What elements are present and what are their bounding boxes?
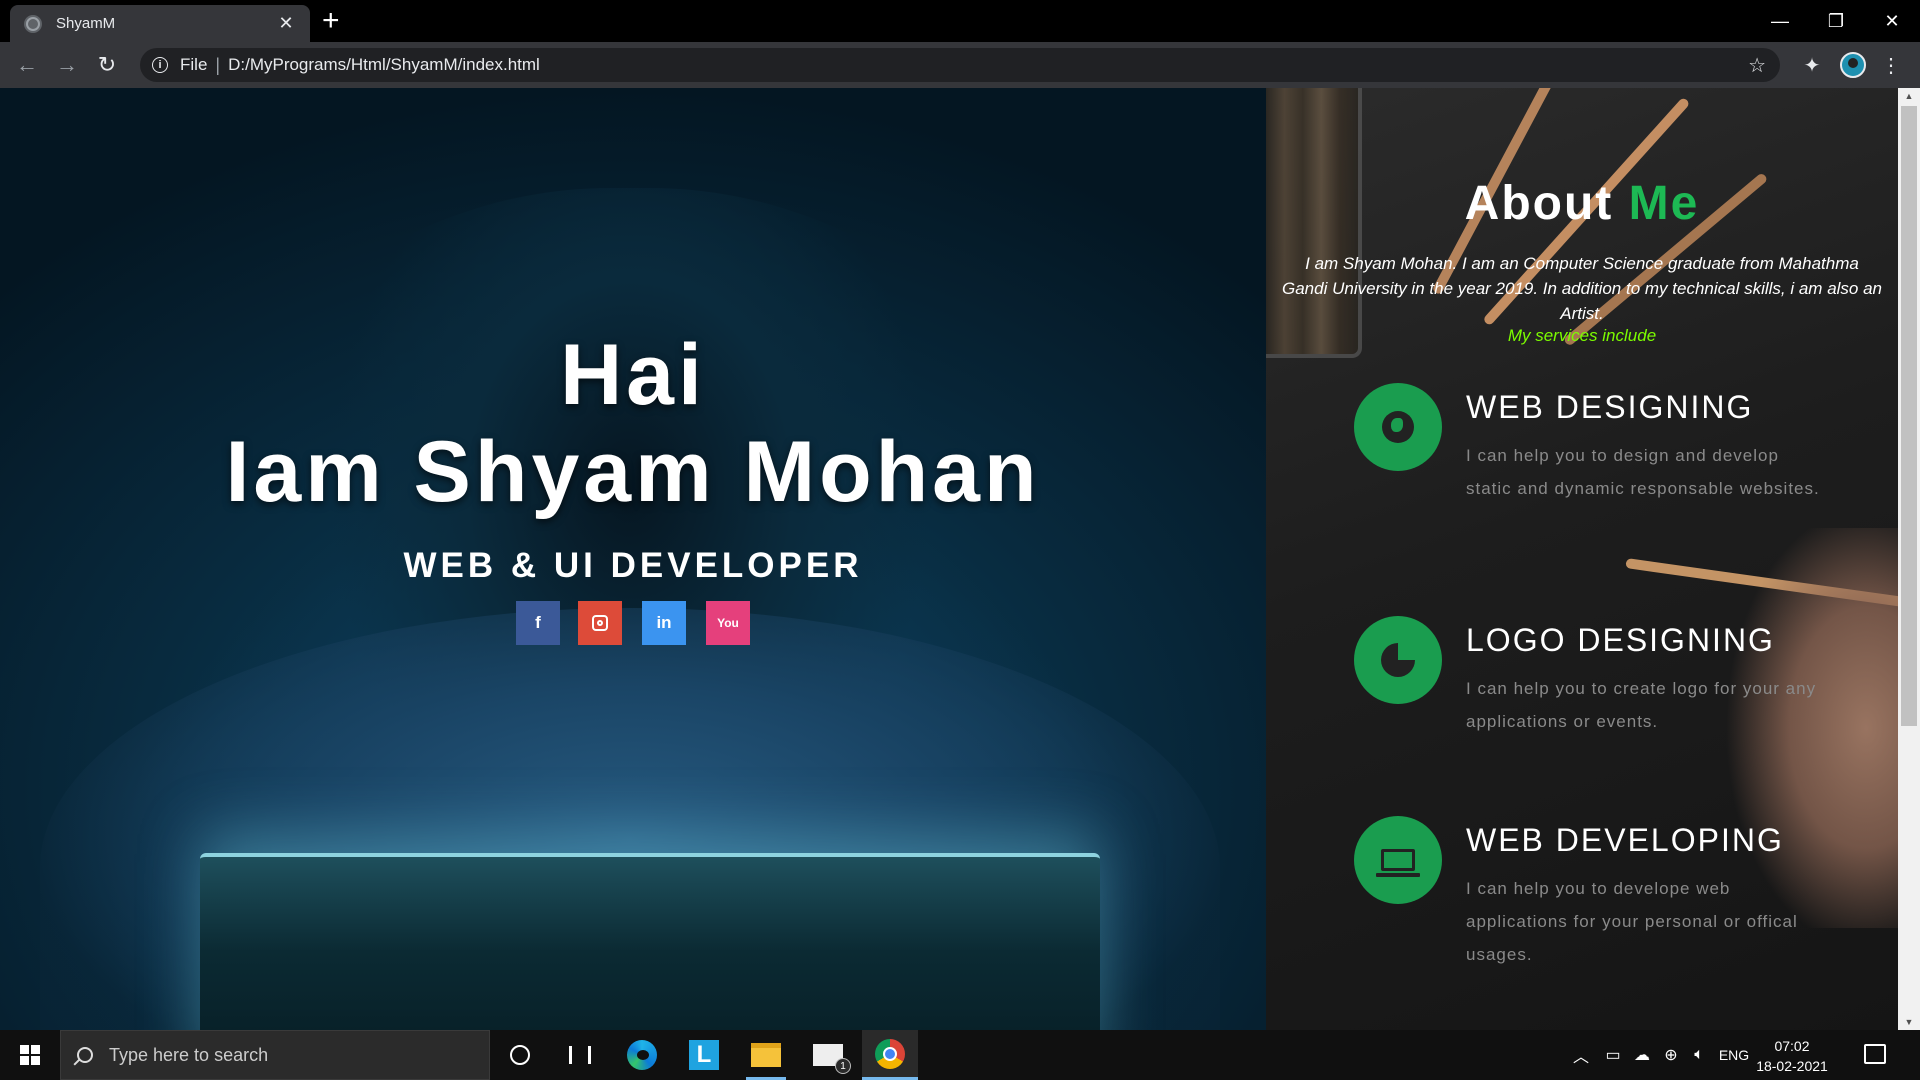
tab-title: ShyamM [56, 15, 116, 32]
l-app-icon[interactable]: L [676, 1030, 732, 1080]
star-icon[interactable]: ☆ [1748, 53, 1766, 78]
tab-close-button[interactable]: ✕ [276, 13, 296, 34]
service-description: I can help you to create logo for your a… [1466, 679, 1817, 731]
notification-icon[interactable] [1864, 1044, 1886, 1064]
about-title: About Me [1464, 177, 1700, 230]
address-bar[interactable]: i File | D:/MyPrograms/Html/ShyamM/index… [140, 48, 1780, 82]
instagram-icon[interactable] [578, 601, 622, 645]
battery-icon[interactable]: ▭ [1600, 1030, 1626, 1080]
chrome-icon[interactable] [862, 1030, 918, 1080]
extensions-icon[interactable]: ✦ [1797, 50, 1827, 80]
scroll-up-icon[interactable]: ▲ [1898, 88, 1920, 104]
address-separator: | [215, 54, 221, 75]
chevron-up-icon[interactable]: ︿ [1568, 1030, 1594, 1080]
scroll-thumb[interactable] [1901, 106, 1917, 726]
windows-logo-icon [20, 1045, 40, 1065]
search-icon [77, 1047, 93, 1063]
browser-tab[interactable]: ShyamM ✕ [10, 5, 310, 42]
browser-toolbar: ← → ↻ i File | D:/MyPrograms/Html/ShyamM… [0, 42, 1920, 88]
service-title: WEB DESIGNING [1466, 389, 1754, 425]
taskbar-search[interactable]: Type here to search [60, 1030, 490, 1080]
services-intro: My services include [1507, 326, 1657, 345]
profile-icon[interactable] [1838, 50, 1868, 80]
menu-icon[interactable]: ⋮ [1876, 50, 1906, 80]
hero-greeting: Hai [560, 327, 706, 423]
browser-title-bar: ShyamM ✕ + — ❐ ✕ [0, 0, 1920, 42]
url-text[interactable]: D:/MyPrograms/Html/ShyamM/index.html [228, 55, 540, 75]
service-title: WEB DEVELOPING [1466, 822, 1784, 858]
task-view-icon[interactable] [552, 1030, 608, 1080]
facebook-icon[interactable]: f [516, 601, 560, 645]
scroll-down-icon[interactable]: ▼ [1898, 1014, 1920, 1030]
reload-icon[interactable]: ↻ [92, 50, 122, 80]
restore-button[interactable]: ❐ [1808, 0, 1864, 42]
scheme-label: File [180, 55, 208, 74]
volume-icon[interactable]: 🔈︎ [1686, 1030, 1712, 1080]
service-title: LOGO DESIGNING [1466, 622, 1775, 658]
edge-icon[interactable] [614, 1030, 670, 1080]
minimize-button[interactable]: — [1752, 0, 1808, 42]
page-viewport: Hai Iam Shyam Mohan WEB & UI DEVELOPER f… [0, 88, 1920, 1030]
back-icon[interactable]: ← [12, 50, 42, 80]
youtube-icon[interactable]: You [706, 601, 750, 645]
windows-taskbar: Type here to search L 1 ︿ ▭ ☁ ⊕ 🔈︎ ENG 0… [0, 1030, 1920, 1080]
language-indicator[interactable]: ENG [1716, 1030, 1752, 1080]
info-icon[interactable]: i [152, 57, 168, 73]
new-tab-button[interactable]: + [322, 6, 340, 36]
hero-text: Hai Iam Shyam Mohan WEB & UI DEVELOPER [0, 328, 1266, 586]
social-links: f in You [0, 601, 1266, 645]
hero-name: Iam Shyam Mohan [225, 424, 1041, 520]
linkedin-icon[interactable]: in [642, 601, 686, 645]
about-section: About Me I am Shyam Mohan. I am an Compu… [1266, 88, 1898, 1030]
favicon-icon [24, 14, 42, 33]
service-description: I can help you to develope web applicati… [1466, 879, 1798, 964]
mail-icon[interactable]: 1 [800, 1030, 856, 1080]
file-explorer-icon[interactable] [738, 1030, 794, 1080]
hero-section: Hai Iam Shyam Mohan WEB & UI DEVELOPER f… [0, 88, 1266, 1030]
service-description: I can help you to design and develop sta… [1466, 446, 1820, 498]
cloud-icon[interactable]: ☁ [1628, 1030, 1656, 1080]
search-placeholder: Type here to search [109, 1044, 269, 1065]
pie-chart-icon [1354, 616, 1442, 704]
page-scrollbar[interactable]: ▲ ▼ [1898, 88, 1920, 1030]
taskbar-clock[interactable]: 07:02 18-02-2021 [1752, 1036, 1832, 1076]
about-description: I am Shyam Mohan. I am an Computer Scien… [1282, 254, 1883, 323]
network-icon[interactable]: ⊕ [1658, 1030, 1684, 1080]
forward-icon[interactable]: → [52, 50, 82, 80]
hero-role: WEB & UI DEVELOPER [403, 546, 863, 585]
close-window-button[interactable]: ✕ [1864, 0, 1920, 42]
laptop-image [200, 853, 1100, 1030]
globe-icon [1354, 383, 1442, 471]
start-button[interactable] [0, 1030, 60, 1080]
laptop-icon [1354, 816, 1442, 904]
mail-badge: 1 [835, 1058, 851, 1074]
cortana-icon[interactable] [492, 1030, 548, 1080]
